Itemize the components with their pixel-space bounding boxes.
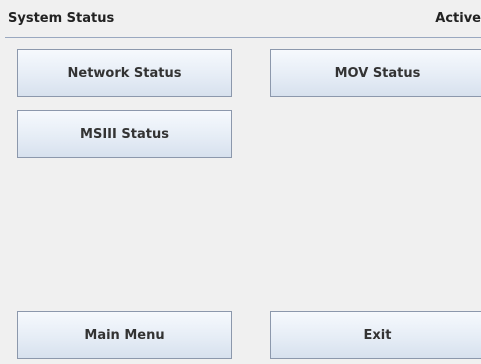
status-indicator: Active: [435, 11, 481, 26]
exit-button[interactable]: Exit: [270, 311, 481, 359]
network-status-button[interactable]: Network Status: [17, 49, 232, 97]
msiii-status-button[interactable]: MSIII Status: [17, 110, 232, 158]
system-status-panel: System Status Active Network Status MOV …: [0, 0, 481, 364]
mov-status-button[interactable]: MOV Status: [270, 49, 481, 97]
header-bar: System Status Active: [0, 0, 481, 36]
main-menu-button[interactable]: Main Menu: [17, 311, 232, 359]
header-divider: [5, 37, 481, 38]
page-title: System Status: [8, 11, 115, 26]
